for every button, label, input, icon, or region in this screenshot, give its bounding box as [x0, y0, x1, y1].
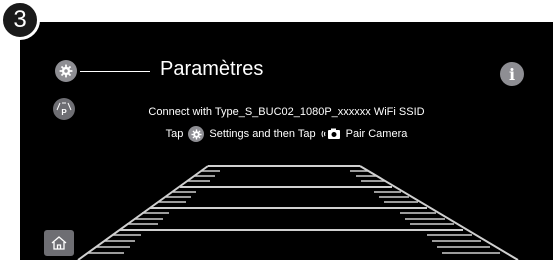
step-number-badge: 3 — [0, 0, 40, 40]
home-icon — [51, 236, 67, 250]
instruction-pair-text: Pair Camera — [345, 128, 408, 140]
pair-instruction: Tap Settings and then Tap Pair Camera — [20, 126, 553, 142]
camera-icon — [321, 128, 340, 139]
instruction-settings-text: Settings and then Tap — [209, 128, 316, 140]
info-button[interactable]: i — [500, 62, 524, 86]
info-icon: i — [508, 64, 516, 84]
step-number: 3 — [13, 6, 27, 33]
gear-icon — [188, 126, 205, 142]
settings-callout-label: Paramètres — [160, 58, 264, 80]
settings-button[interactable] — [55, 60, 77, 82]
settings-callout-line — [80, 71, 150, 72]
right-guide-rail — [359, 165, 519, 260]
app-screen: Paramètres P i Connect with Type_S_BUC02… — [20, 22, 553, 260]
instruction-tap-text: Tap — [165, 128, 184, 140]
connect-instruction: Connect with Type_S_BUC02_1080P_xxxxxx W… — [148, 106, 425, 118]
home-button[interactable] — [44, 230, 74, 256]
gear-icon — [59, 64, 73, 78]
